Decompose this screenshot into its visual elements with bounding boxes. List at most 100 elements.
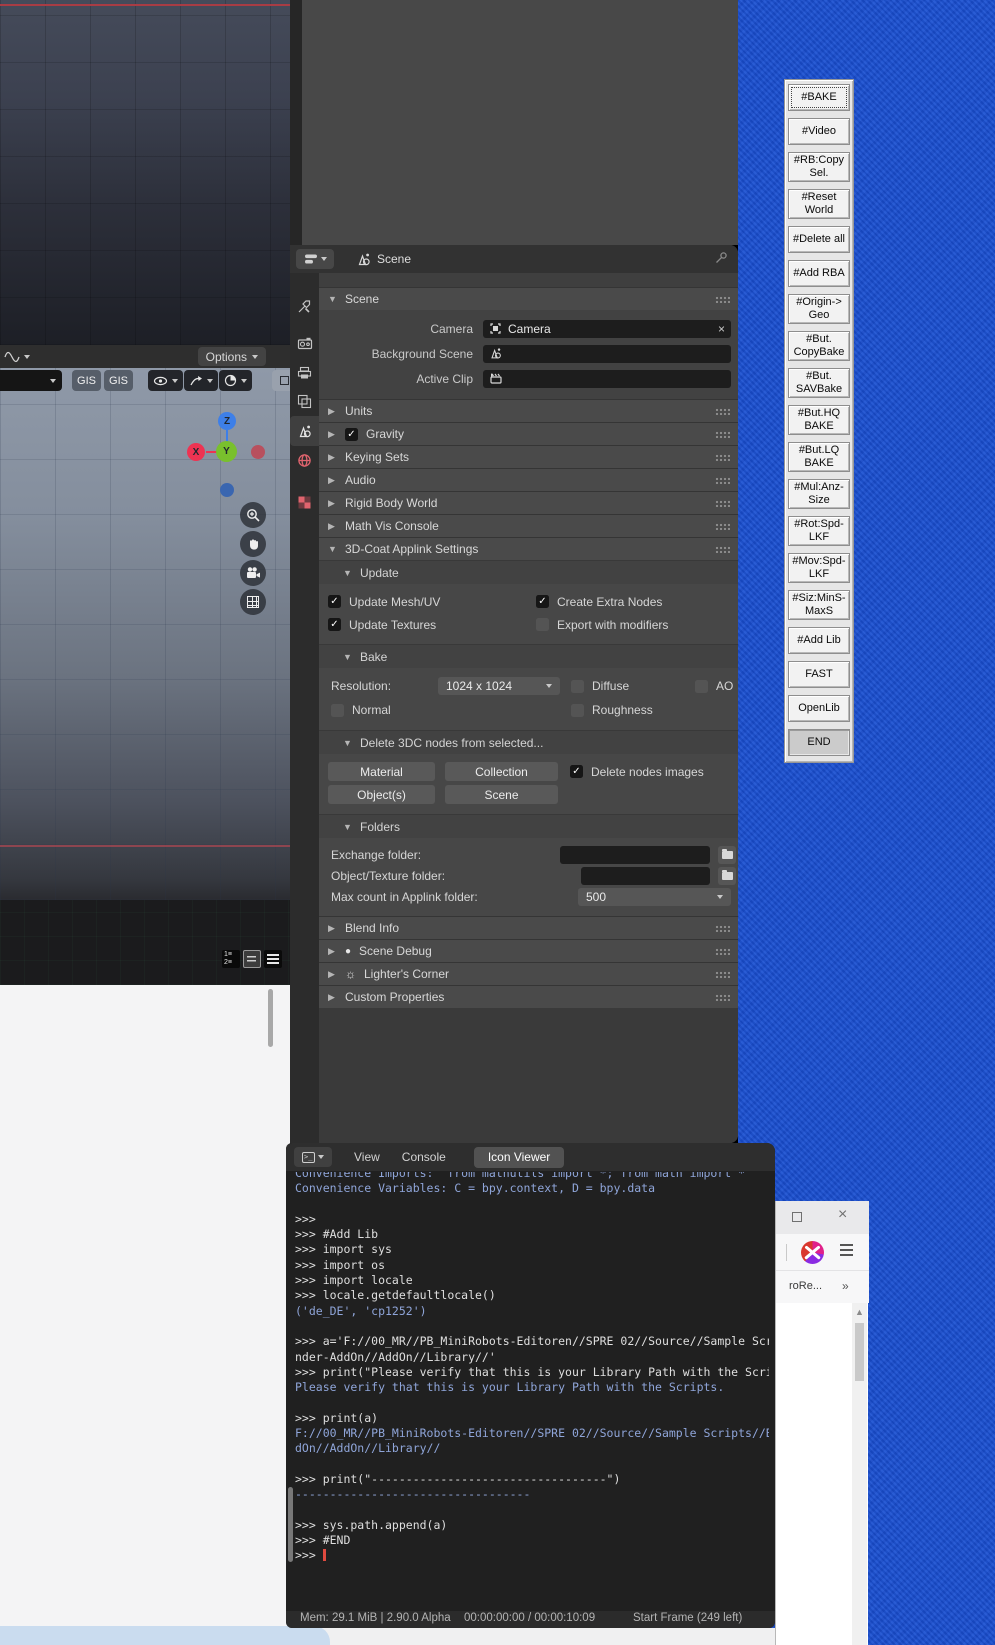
snap-dropdown[interactable] [184, 370, 218, 391]
drag-dots-icon[interactable] [715, 994, 730, 1001]
maximize-icon[interactable] [792, 1212, 802, 1222]
viewport-dropdown[interactable] [0, 370, 62, 391]
tab-output[interactable] [290, 358, 319, 388]
drag-dots-icon[interactable] [715, 500, 730, 507]
panel-scene-debug[interactable]: ▶ ● Scene Debug [319, 939, 738, 962]
update-textures-checkbox[interactable]: ✓ [328, 618, 341, 631]
browse-folder-button[interactable] [718, 867, 736, 885]
mul-anz-size-button[interactable]: #Mul:Anz-Size [788, 479, 850, 509]
delete-material-button[interactable]: Material [328, 762, 435, 781]
fast-button[interactable]: FAST [788, 661, 850, 688]
drag-dots-icon[interactable] [715, 546, 730, 553]
extension-logo-icon[interactable] [801, 1241, 824, 1264]
drag-dots-icon[interactable] [715, 477, 730, 484]
tab-scene[interactable] [290, 416, 319, 446]
line-numbers-icon[interactable]: 1≡2≡ [222, 950, 240, 968]
drag-dots-icon[interactable] [715, 523, 730, 530]
browser-scrollbar[interactable]: ▲ [852, 1303, 867, 1645]
x-neg-handle[interactable] [251, 445, 265, 459]
pin-icon[interactable] [714, 251, 728, 265]
subpanel-delete-3dc[interactable]: ▼ Delete 3DC nodes from selected... [319, 730, 738, 754]
subpanel-update[interactable]: ▼ Update [319, 560, 738, 584]
graph-editor-viewport[interactable] [0, 0, 290, 345]
normal-checkbox[interactable] [331, 704, 344, 717]
but-lq-bake-button[interactable]: #But.LQ BAKE [788, 442, 850, 472]
origin-geo-button[interactable]: #Origin-> Geo [788, 294, 850, 324]
subpanel-bake[interactable]: ▼ Bake [319, 644, 738, 668]
visibility-dropdown[interactable] [148, 370, 183, 391]
panel-3dcoat-applink[interactable]: ▼ 3D-Coat Applink Settings [319, 537, 738, 560]
tab-texture[interactable] [290, 487, 319, 517]
end-button[interactable]: END [788, 729, 850, 756]
syntax-highlight-icon[interactable] [264, 950, 282, 968]
video-button[interactable]: #Video [788, 118, 850, 145]
delete-objects-button[interactable]: Object(s) [328, 785, 435, 804]
panel-blend-info[interactable]: ▶ Blend Info [319, 916, 738, 939]
drag-dots-icon[interactable] [715, 454, 730, 461]
toggle-grid-button[interactable] [240, 589, 266, 615]
hamburger-menu-icon[interactable] [840, 1244, 853, 1256]
console-prompt-line[interactable]: >>> [295, 1548, 769, 1563]
drag-dots-icon[interactable] [715, 408, 730, 415]
subpanel-folders[interactable]: ▼ Folders [319, 814, 738, 838]
close-icon[interactable]: × [838, 1206, 847, 1224]
siz-mins-maxs-button[interactable]: #Siz:MinS-MaxS [788, 590, 850, 620]
bookmarks-overflow-icon[interactable]: » [842, 1279, 849, 1293]
active-clip-field[interactable] [483, 370, 731, 388]
rot-spd-lkf-button[interactable]: #Rot:Spd-LKF [788, 516, 850, 546]
panel-lighters-corner[interactable]: ▶ ☼ Lighter's Corner [319, 962, 738, 985]
delete-scene-button[interactable]: Scene [445, 785, 558, 804]
but-copybake-button[interactable]: #But. CopyBake [788, 331, 850, 361]
drag-dots-icon[interactable] [715, 925, 730, 932]
add-rba-button[interactable]: #Add RBA [788, 260, 850, 287]
editor-type-button[interactable] [296, 249, 334, 269]
mov-spd-lkf-button[interactable]: #Mov:Spd-LKF [788, 553, 850, 583]
delete-collection-button[interactable]: Collection [445, 762, 558, 781]
roughness-checkbox[interactable] [571, 704, 584, 717]
resolution-dropdown[interactable]: 1024 x 1024 [438, 677, 560, 695]
word-wrap-icon[interactable] [243, 950, 261, 968]
panel-rigid-body-world[interactable]: ▶ Rigid Body World [319, 491, 738, 514]
add-lib-button[interactable]: #Add Lib [788, 627, 850, 654]
gis-button-1[interactable]: GIS [72, 370, 101, 391]
export-with-modifiers-checkbox[interactable] [536, 618, 549, 631]
panel-audio[interactable]: ▶ Audio [319, 468, 738, 491]
z-axis-handle[interactable]: Z [218, 412, 236, 430]
but-hq-bake-button[interactable]: #But.HQ BAKE [788, 405, 850, 435]
but-savbake-button[interactable]: #But. SAVBake [788, 368, 850, 398]
bookmark-item[interactable]: roRe... [789, 1280, 822, 1292]
tab-view-layer[interactable] [290, 386, 319, 416]
ao-checkbox[interactable] [695, 680, 708, 693]
menu-console[interactable]: Console [402, 1150, 446, 1164]
console-scrollbar-thumb[interactable] [288, 1487, 293, 1562]
viewport-3d[interactable]: GIS GIS [0, 368, 290, 900]
tab-render[interactable] [290, 328, 319, 358]
reset-world-button[interactable]: #Reset World [788, 189, 850, 219]
diffuse-checkbox[interactable] [571, 680, 584, 693]
scrollbar-thumb[interactable] [855, 1323, 864, 1381]
delete-all-button[interactable]: #Delete all [788, 226, 850, 253]
clear-icon[interactable]: × [718, 322, 725, 336]
console-output[interactable]: Convenience Imports: from mathutils impo… [295, 1172, 769, 1606]
exchange-folder-field[interactable] [560, 846, 710, 864]
update-meshuv-checkbox[interactable]: ✓ [328, 595, 341, 608]
scrollbar-thumb[interactable] [268, 989, 273, 1047]
drag-dots-icon[interactable] [715, 296, 730, 303]
panel-custom-properties[interactable]: ▶ Custom Properties [319, 985, 738, 1008]
panel-gravity[interactable]: ▶ ✓ Gravity [319, 422, 738, 445]
rb-copy-sel-button[interactable]: #RB:Copy Sel. [788, 152, 850, 182]
z-neg-handle[interactable] [220, 483, 234, 497]
camera-field[interactable]: Camera × [483, 320, 731, 338]
falloff-dropdown[interactable] [219, 370, 252, 391]
drag-dots-icon[interactable] [715, 431, 730, 438]
tab-world[interactable] [290, 445, 319, 475]
pan-button[interactable] [240, 531, 266, 557]
camera-view-button[interactable] [240, 560, 266, 586]
panel-keying-sets[interactable]: ▶ Keying Sets [319, 445, 738, 468]
panel-math-vis-console[interactable]: ▶ Math Vis Console [319, 514, 738, 537]
zoom-button[interactable] [240, 502, 266, 528]
panel-scene[interactable]: ▼ Scene [319, 287, 738, 310]
editor-type-button[interactable]: >_ [294, 1147, 332, 1167]
delete-nodes-images-checkbox[interactable]: ✓ [570, 765, 583, 778]
options-button[interactable]: Options [198, 347, 266, 366]
